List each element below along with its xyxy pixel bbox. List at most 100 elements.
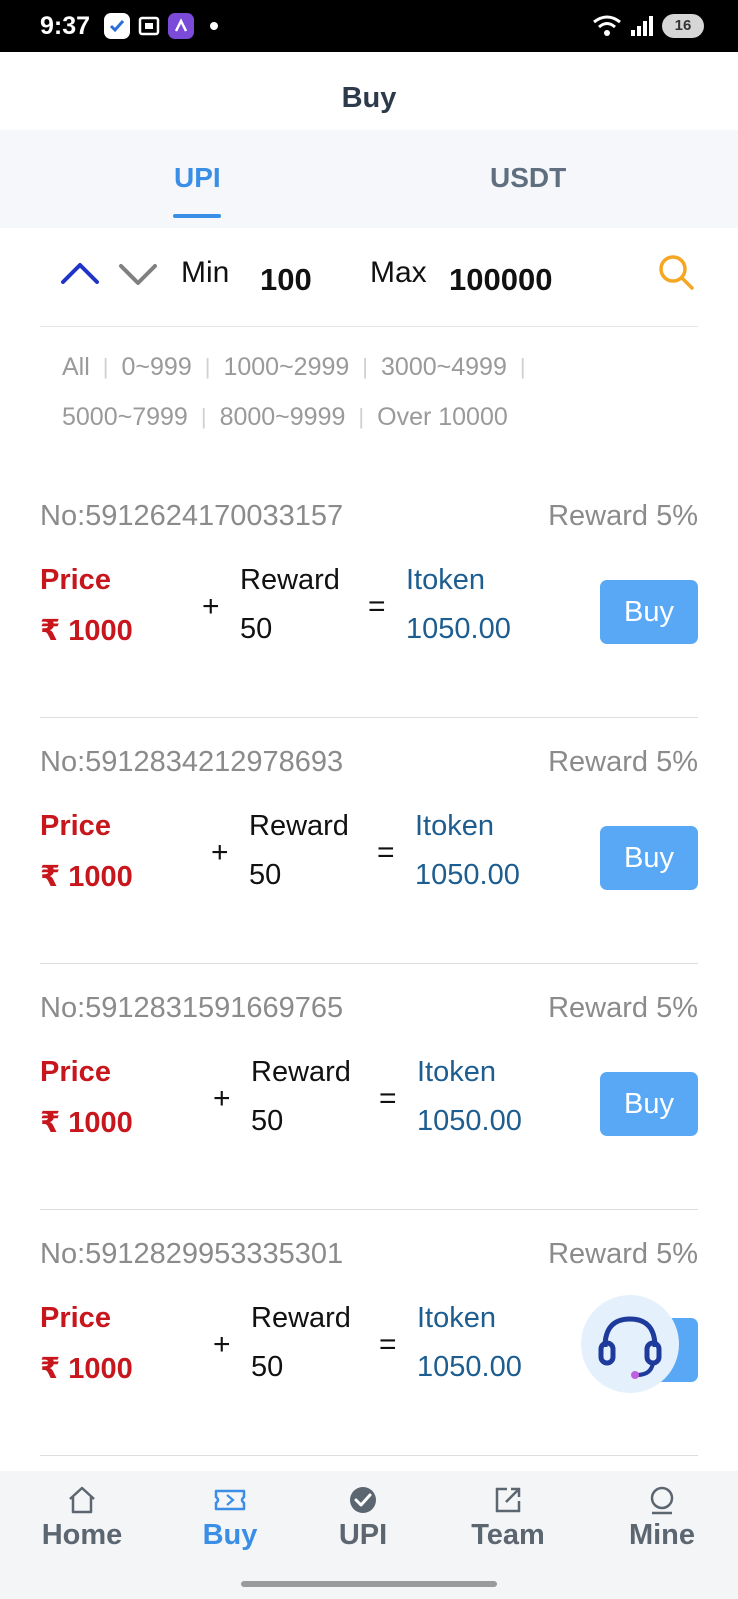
range-1000-2999[interactable]: 1000~2999 xyxy=(223,342,349,392)
sort-ascending-icon[interactable] xyxy=(58,252,102,296)
nav-upi[interactable]: UPI xyxy=(303,1485,423,1552)
reward-label: Reward xyxy=(251,1056,351,1088)
reward-label: Reward xyxy=(249,810,349,842)
nav-buy[interactable]: Buy xyxy=(170,1485,290,1552)
price-label: Price xyxy=(40,564,111,596)
page-title: Buy xyxy=(341,82,397,114)
reward-value: 50 xyxy=(251,1105,284,1137)
active-tab-indicator xyxy=(173,214,221,218)
wifi-icon xyxy=(593,15,621,36)
app-notification-icon-2 xyxy=(168,13,194,39)
nav-team[interactable]: Team xyxy=(448,1485,568,1552)
nav-upi-label: UPI xyxy=(338,1519,388,1551)
range-separator: | xyxy=(519,354,526,379)
notification-dot xyxy=(210,22,218,30)
range-filter: All | 0~999 | 1000~2999 | 3000~4999 | 50… xyxy=(62,342,702,442)
plus-sign: + xyxy=(202,590,220,623)
nav-mine[interactable]: Mine xyxy=(602,1485,722,1552)
order-number: No:5912831591669765 xyxy=(40,992,344,1024)
order-number: No:5912829953335301 xyxy=(40,1238,344,1270)
itoken-value: 1050.00 xyxy=(406,613,511,645)
status-right: 16 xyxy=(592,14,704,38)
reward-percent: Reward 5% xyxy=(548,500,698,532)
home-icon xyxy=(69,1486,95,1514)
price-value: ₹ 1000 xyxy=(40,1353,133,1385)
nav-home-label: Home xyxy=(41,1519,123,1551)
range-separator: | xyxy=(362,354,369,379)
nav-home[interactable]: Home xyxy=(22,1485,142,1552)
tab-upi[interactable]: UPI xyxy=(174,162,221,194)
itoken-value: 1050.00 xyxy=(417,1351,522,1383)
itoken-label: Itoken xyxy=(406,564,485,596)
price-value: ₹ 1000 xyxy=(40,861,133,893)
tab-bar: UPI USDT xyxy=(0,130,738,228)
itoken-value: 1050.00 xyxy=(417,1105,522,1137)
order-number: No:5912624170033157 xyxy=(40,500,344,532)
reward-percent: Reward 5% xyxy=(548,1238,698,1270)
nav-mine-label: Mine xyxy=(628,1519,696,1551)
status-time: 9:37 xyxy=(40,12,91,40)
range-0-999[interactable]: 0~999 xyxy=(122,342,192,392)
order-card: No:5912834212978693 Reward 5% Price ₹ 10… xyxy=(40,718,698,964)
reward-value: 50 xyxy=(249,859,282,891)
nav-team-label: Team xyxy=(471,1519,545,1551)
range-3000-4999[interactable]: 3000~4999 xyxy=(381,342,507,392)
app-notification-icon xyxy=(104,13,130,39)
check-circle-icon xyxy=(350,1487,376,1513)
amount-filter: Min 100 Max 100000 xyxy=(0,228,738,326)
equals-sign: = xyxy=(379,1082,397,1115)
header: Buy xyxy=(0,52,738,130)
signal-icon xyxy=(631,16,653,36)
plus-sign: + xyxy=(213,1328,231,1361)
headset-icon xyxy=(598,1316,662,1379)
buy-button[interactable]: Buy xyxy=(600,1072,698,1136)
range-over-10000[interactable]: Over 10000 xyxy=(377,392,508,442)
nav-buy-label: Buy xyxy=(202,1519,258,1551)
order-number: No:5912834212978693 xyxy=(40,746,344,778)
range-separator: | xyxy=(102,354,109,379)
order-card: No:5912624170033157 Reward 5% Price ₹ 10… xyxy=(40,472,698,718)
price-label: Price xyxy=(40,1056,111,1088)
search-icon[interactable] xyxy=(656,252,696,292)
price-value: ₹ 1000 xyxy=(40,1107,133,1139)
bottom-nav: Home Buy UPI Team Mine xyxy=(0,1471,738,1599)
price-label: Price xyxy=(40,1302,111,1334)
filter-divider xyxy=(40,326,698,327)
reward-percent: Reward 5% xyxy=(548,992,698,1024)
buy-button[interactable]: Buy xyxy=(600,826,698,890)
ticket-icon xyxy=(214,1489,246,1511)
reward-label: Reward xyxy=(251,1302,351,1334)
reward-label: Reward xyxy=(240,564,340,596)
equals-sign: = xyxy=(368,590,386,623)
itoken-label: Itoken xyxy=(415,810,494,842)
price-value: ₹ 1000 xyxy=(40,615,133,647)
range-5000-7999[interactable]: 5000~7999 xyxy=(62,392,188,442)
sort-descending-icon[interactable] xyxy=(116,252,160,296)
itoken-label: Itoken xyxy=(417,1056,496,1088)
order-card: No:5912831591669765 Reward 5% Price ₹ 10… xyxy=(40,964,698,1210)
customer-support-button[interactable] xyxy=(581,1295,679,1393)
range-separator: | xyxy=(204,354,211,379)
max-value-field[interactable]: 100000 xyxy=(449,262,552,298)
tab-usdt[interactable]: USDT xyxy=(490,162,566,194)
equals-sign: = xyxy=(377,836,395,869)
status-bar: 9:37 16 xyxy=(0,0,738,52)
range-all[interactable]: All xyxy=(62,342,90,392)
itoken-value: 1050.00 xyxy=(415,859,520,891)
min-value-field[interactable]: 100 xyxy=(260,262,312,298)
plus-sign: + xyxy=(211,836,229,869)
user-icon xyxy=(650,1486,674,1515)
range-8000-9999[interactable]: 8000~9999 xyxy=(220,392,346,442)
min-label: Min xyxy=(181,256,230,289)
screenshot-icon xyxy=(136,13,162,39)
max-label: Max xyxy=(370,256,427,289)
gesture-home-bar[interactable] xyxy=(241,1581,497,1587)
share-icon xyxy=(495,1487,521,1513)
range-separator: | xyxy=(200,404,207,429)
range-separator: | xyxy=(358,404,365,429)
reward-percent: Reward 5% xyxy=(548,746,698,778)
plus-sign: + xyxy=(213,1082,231,1115)
itoken-label: Itoken xyxy=(417,1302,496,1334)
battery-indicator: 16 xyxy=(662,14,704,38)
buy-button[interactable]: Buy xyxy=(600,580,698,644)
